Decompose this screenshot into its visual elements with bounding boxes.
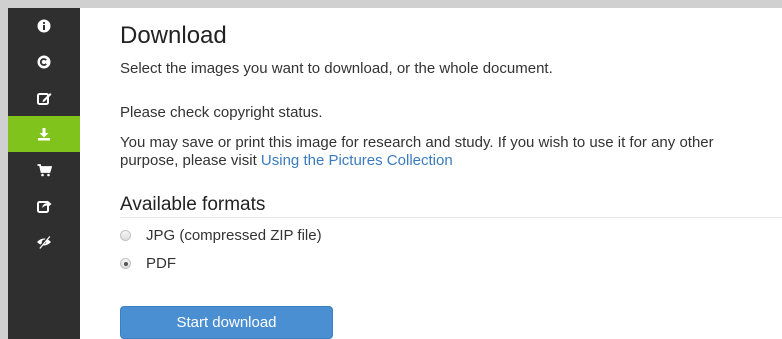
usage-notice: You may save or print this image for res… — [120, 134, 770, 170]
copyright-icon — [37, 55, 51, 69]
download-panel: Download Select the images you want to d… — [8, 8, 782, 339]
sidebar-item-info[interactable] — [8, 8, 80, 44]
edit-icon — [36, 93, 51, 105]
format-radio-jpg[interactable] — [120, 230, 131, 241]
format-radio-pdf[interactable] — [120, 258, 131, 269]
sidebar-item-cart[interactable] — [8, 152, 80, 188]
download-content: Download Select the images you want to d… — [80, 8, 782, 339]
sidebar-item-copyright[interactable] — [8, 44, 80, 80]
format-label-jpg: JPG (compressed ZIP file) — [146, 227, 322, 244]
eye-slash-icon — [37, 235, 51, 249]
pictures-collection-link[interactable]: Using the Pictures Collection — [261, 152, 453, 169]
format-option-pdf[interactable]: PDF — [120, 255, 176, 272]
format-label-pdf: PDF — [146, 255, 176, 272]
cart-icon — [37, 164, 52, 177]
sidebar-item-download[interactable] — [8, 116, 80, 152]
sidebar-item-share[interactable] — [8, 188, 80, 224]
formats-heading: Available formats — [120, 194, 266, 215]
sidebar — [8, 8, 80, 339]
divider — [120, 217, 782, 218]
info-icon — [37, 19, 51, 33]
format-option-jpg[interactable]: JPG (compressed ZIP file) — [120, 227, 322, 244]
download-icon — [38, 128, 50, 141]
page-title: Download — [120, 22, 227, 49]
start-download-button[interactable]: Start download — [120, 306, 333, 339]
sidebar-item-edit[interactable] — [8, 80, 80, 116]
share-icon — [36, 200, 51, 213]
download-instructions: Select the images you want to download, … — [120, 60, 553, 77]
sidebar-item-hide[interactable] — [8, 224, 80, 260]
copyright-notice: Please check copyright status. — [120, 104, 323, 121]
